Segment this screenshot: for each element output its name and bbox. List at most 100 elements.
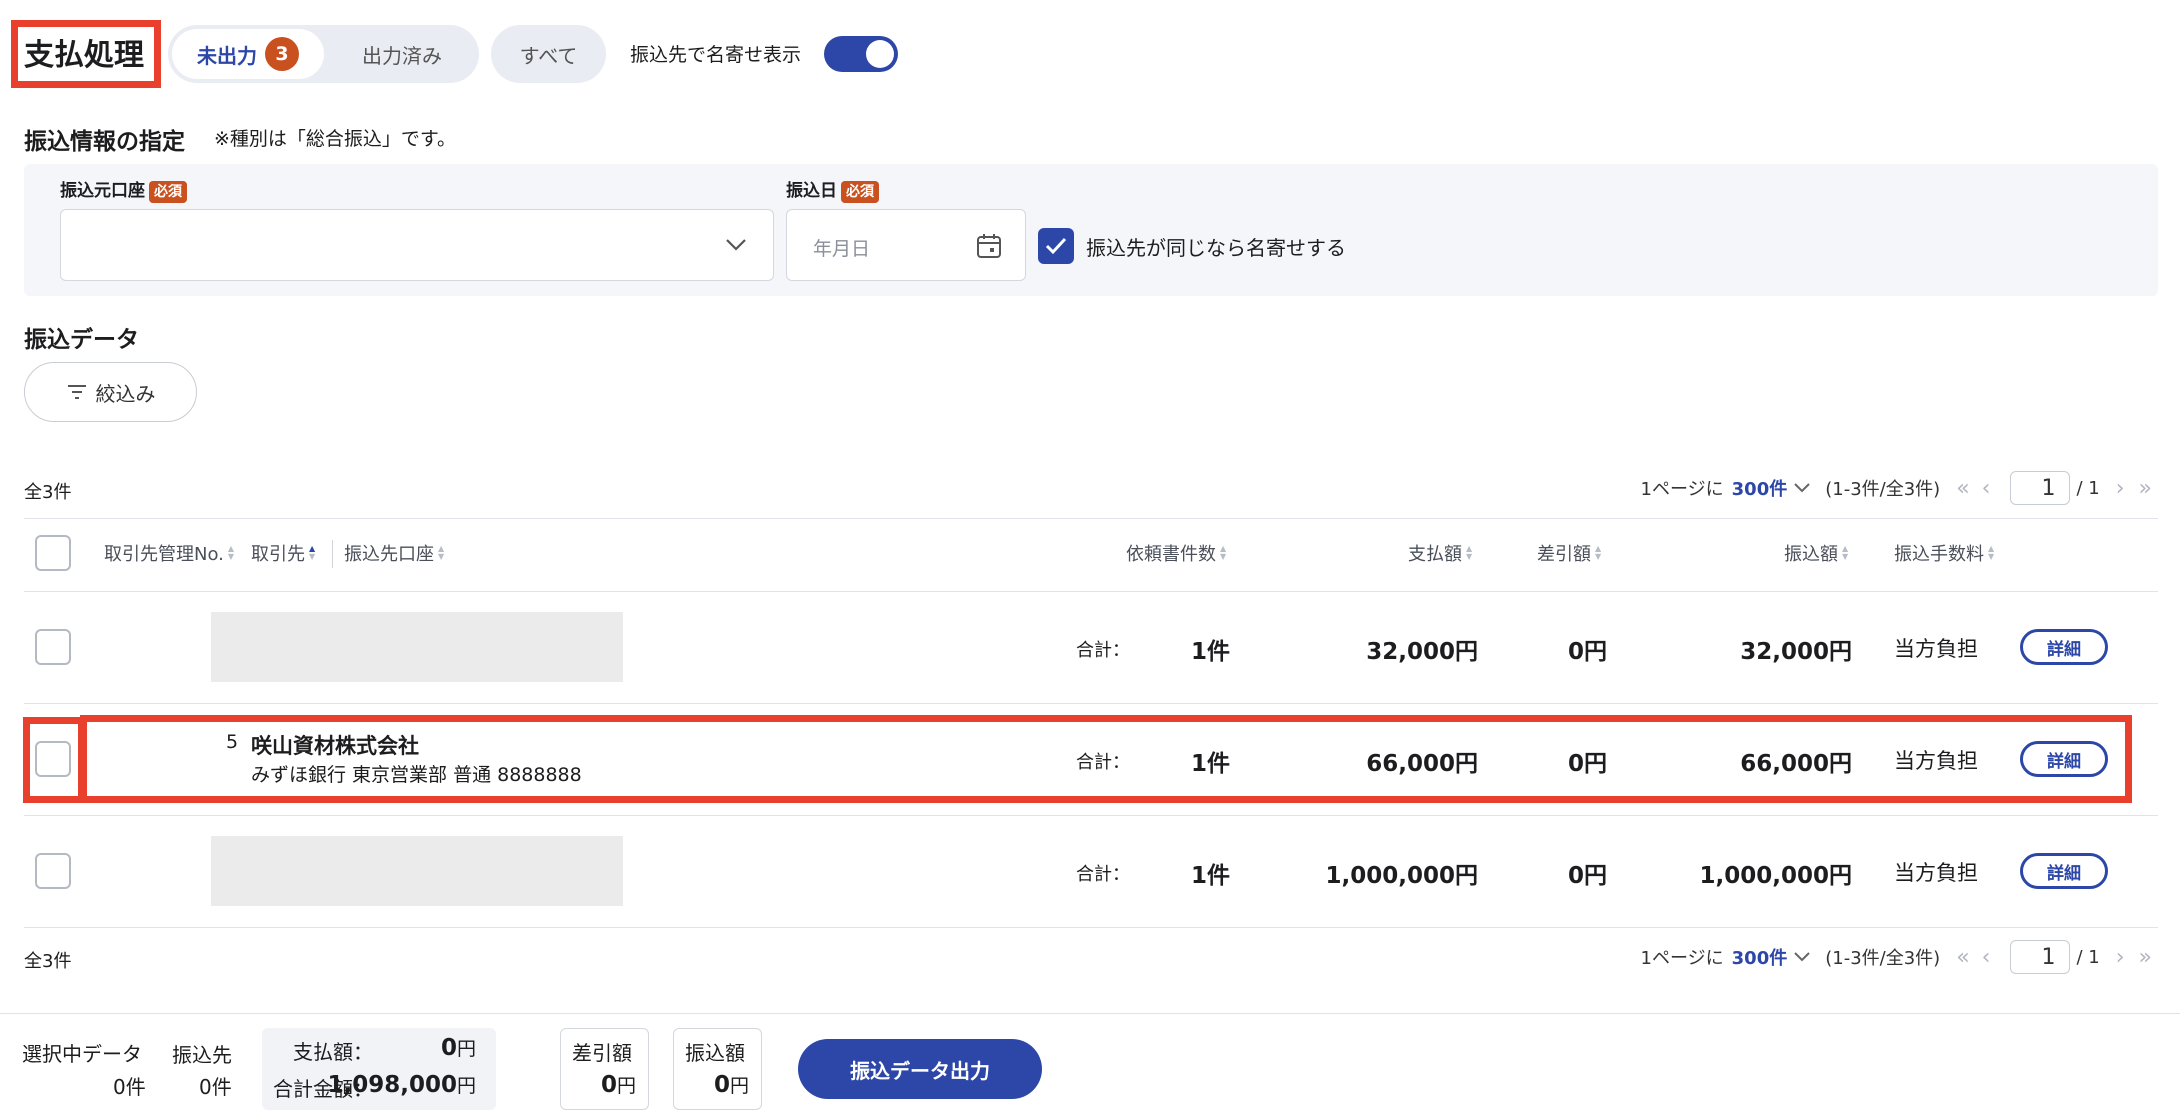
request-count: 1件	[1190, 639, 1230, 665]
payment-amount: 32,000円	[1366, 639, 1478, 665]
request-count: 1件	[1190, 751, 1230, 777]
header-bottom-border	[24, 591, 2158, 592]
payee-count: 0件	[199, 1075, 232, 1099]
pagination-bottom: 1ページに 300件 (1-3件/全3件) « ‹ 1 / 1 › »	[1641, 940, 2152, 974]
col-request-count-label: 依頼書件数	[1126, 544, 1216, 565]
request-count: 1件	[1190, 863, 1230, 889]
redacted-partner-block	[211, 836, 623, 906]
footer-total-amount: 1,098,000	[327, 1072, 457, 1098]
col-fee[interactable]: 振込手数料 ▲ ▼	[1894, 540, 1994, 566]
payment-amount: 66,000円	[1366, 751, 1478, 777]
selected-data-count: 0件	[113, 1075, 146, 1099]
col-partner-no[interactable]: 取引先管理No. ▲ ▼	[104, 540, 234, 566]
chevron-down-icon[interactable]	[1793, 482, 1811, 494]
page-range: (1-3件/全3件)	[1825, 948, 1941, 969]
yen-unit: 円	[616, 1075, 636, 1097]
footer-deduction-value: 0円	[601, 1071, 636, 1098]
merge-display-toggle[interactable]	[824, 36, 898, 72]
page-number-input[interactable]: 1	[2010, 471, 2071, 505]
footer-payment-value: 0円	[441, 1034, 476, 1061]
sort-icon: ▲ ▼	[438, 544, 445, 561]
partner-name: 咲山資材株式会社	[251, 734, 419, 758]
col-partner[interactable]: 取引先 ▲ ▼	[251, 540, 315, 566]
sort-icon: ▲ ▼	[1466, 544, 1473, 561]
tab-unoutput-count: 3	[265, 37, 299, 71]
redacted-partner-block	[211, 612, 623, 682]
payee-label: 振込先	[172, 1043, 232, 1067]
detail-button[interactable]: 詳細	[2020, 741, 2108, 777]
footer-transfer-value: 0円	[714, 1071, 749, 1098]
export-transfer-data-button[interactable]: 振込データ出力	[798, 1039, 1042, 1099]
page-title: 支払処理	[24, 38, 144, 73]
sort-icon: ▲ ▼	[1988, 544, 1995, 561]
col-request-count[interactable]: 依頼書件数 ▲ ▼	[1126, 540, 1226, 566]
page-range: (1-3件/全3件)	[1825, 479, 1941, 500]
check-icon	[1045, 237, 1067, 255]
prev-page-icon[interactable]: ‹	[1982, 476, 1991, 501]
tab-all[interactable]: すべて	[491, 25, 606, 83]
per-page-select[interactable]: 300件	[1732, 944, 1788, 970]
first-page-icon[interactable]: «	[1956, 945, 1969, 970]
tab-output-done-label: 出力済み	[362, 43, 442, 68]
pagination-top: 1ページに 300件 (1-3件/全3件) « ‹ 1 / 1 › »	[1641, 471, 2152, 505]
col-transfer[interactable]: 振込額 ▲ ▼	[1784, 540, 1848, 566]
tab-unoutput-label: 未出力	[197, 43, 257, 68]
transfer-amount: 66,000円	[1740, 751, 1852, 777]
prev-page-icon[interactable]: ‹	[1982, 945, 1991, 970]
col-partner-no-label: 取引先管理No.	[104, 544, 224, 565]
source-account-label-text: 振込元口座	[60, 181, 145, 201]
transfer-info-heading: 振込情報の指定	[24, 129, 185, 155]
row-checkbox[interactable]	[35, 853, 71, 889]
required-badge: 必須	[149, 181, 187, 203]
row-divider	[24, 703, 2158, 704]
toggle-knob	[866, 40, 894, 68]
next-page-icon[interactable]: ›	[2116, 945, 2125, 970]
tab-unoutput[interactable]: 未出力 3	[172, 29, 324, 79]
last-page-icon[interactable]: »	[2139, 476, 2152, 501]
payment-amount: 1,000,000円	[1325, 863, 1479, 889]
fee-bearer: 当方負担	[1894, 861, 1978, 885]
yen-unit: 円	[456, 1075, 476, 1097]
transfer-date-input[interactable]: 年月日	[786, 209, 1026, 281]
source-account-select[interactable]	[60, 209, 774, 281]
first-page-icon[interactable]: «	[1956, 476, 1969, 501]
table-bottom-border	[24, 927, 2158, 928]
merge-checkbox[interactable]	[1038, 228, 1074, 264]
per-page-select[interactable]: 300件	[1732, 475, 1788, 501]
yen-unit: 円	[729, 1075, 749, 1097]
last-page-icon[interactable]: »	[2139, 945, 2152, 970]
row-checkbox[interactable]	[35, 629, 71, 665]
detail-button[interactable]: 詳細	[2020, 629, 2108, 665]
transfer-amount: 32,000円	[1740, 639, 1852, 665]
sort-asc-icon: ▲ ▼	[309, 544, 316, 561]
transfer-date-label-text: 振込日	[786, 181, 837, 201]
col-payment[interactable]: 支払額 ▲ ▼	[1408, 540, 1472, 566]
page-total: / 1	[2076, 477, 2100, 499]
partner-bank-account: みずほ銀行 東京営業部 普通 8888888	[251, 764, 582, 786]
col-account[interactable]: 振込先口座 ▲ ▼	[344, 540, 444, 566]
col-deduction[interactable]: 差引額 ▲ ▼	[1537, 540, 1601, 566]
chevron-down-icon[interactable]	[1793, 951, 1811, 963]
partner-no: 5	[226, 731, 239, 753]
deduction-amount: 0円	[1567, 639, 1607, 665]
footer-deduction-amount: 0	[600, 1072, 617, 1098]
total-count-bottom: 全3件	[24, 951, 72, 972]
page-number-input[interactable]: 1	[2010, 940, 2071, 974]
row-checkbox[interactable]	[35, 741, 71, 777]
footer-transfer-label: 振込額	[685, 1041, 745, 1065]
per-page-prefix: 1ページに	[1640, 479, 1724, 500]
footer-divider	[0, 1013, 2180, 1014]
col-partner-label: 取引先	[251, 544, 305, 565]
footer-transfer-amount: 0	[713, 1072, 730, 1098]
required-badge: 必須	[841, 181, 879, 203]
detail-button[interactable]: 詳細	[2020, 853, 2108, 889]
footer-payment-label: 支払額：	[293, 1040, 373, 1064]
chevron-down-icon	[726, 239, 746, 251]
tab-output-done[interactable]: 出力済み	[330, 29, 474, 79]
next-page-icon[interactable]: ›	[2116, 476, 2125, 501]
transfer-date-placeholder: 年月日	[813, 238, 871, 260]
total-count-top: 全3件	[24, 482, 72, 503]
deduction-amount: 0円	[1567, 863, 1607, 889]
select-all-checkbox[interactable]	[35, 535, 71, 571]
filter-button[interactable]: 絞込み	[24, 362, 197, 422]
